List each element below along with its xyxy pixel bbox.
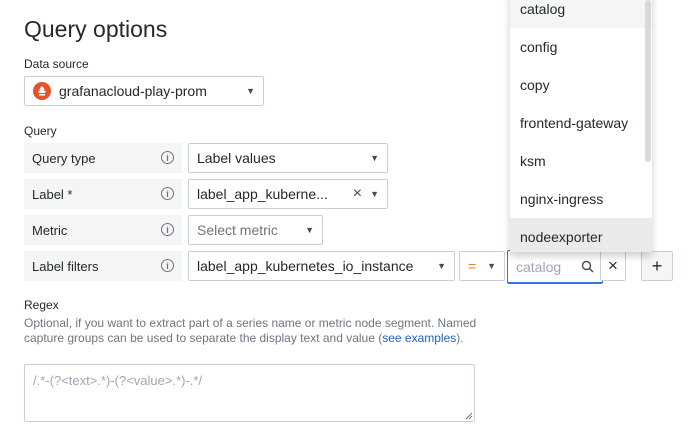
- info-icon[interactable]: i: [161, 259, 174, 272]
- see-examples-link[interactable]: see examples: [382, 331, 456, 345]
- menu-item-config[interactable]: config: [510, 28, 652, 66]
- resize-handle-icon[interactable]: [465, 412, 473, 420]
- dropdown-scrollbar[interactable]: [645, 0, 651, 162]
- datasource-picker[interactable]: grafanacloud-play-prom ▼: [24, 76, 264, 106]
- label-select[interactable]: label_app_kuberne... × ▼: [188, 179, 388, 209]
- add-filter-button[interactable]: +: [641, 251, 673, 281]
- chevron-down-icon: ▼: [246, 86, 255, 96]
- query-type-label: Query type i: [24, 143, 182, 173]
- menu-item-copy[interactable]: copy: [510, 66, 652, 104]
- close-icon: ×: [608, 256, 618, 275]
- search-icon: [581, 260, 594, 273]
- menu-item-ksm[interactable]: ksm: [510, 142, 652, 180]
- info-icon[interactable]: i: [161, 151, 174, 164]
- metric-select[interactable]: Select metric ▼: [188, 215, 323, 245]
- filter-value-dropdown: catalog config copy frontend-gateway ksm…: [510, 0, 652, 252]
- clear-icon[interactable]: ×: [353, 185, 362, 203]
- chevron-down-icon: ▼: [370, 153, 379, 163]
- query-section-label: Query: [24, 124, 57, 138]
- query-type-select[interactable]: Label values ▼: [188, 143, 388, 173]
- plus-icon: +: [651, 255, 663, 276]
- datasource-label: Data source: [24, 57, 89, 71]
- menu-item-catalog[interactable]: catalog: [510, 0, 652, 28]
- regex-help-text: Optional, if you want to extract part of…: [24, 316, 477, 345]
- datasource-value: grafanacloud-play-prom: [59, 83, 207, 99]
- remove-filter-button[interactable]: ×: [600, 251, 626, 281]
- menu-item-nodeexporter[interactable]: nodeexporter: [510, 218, 652, 252]
- label-row-label: Label * i: [24, 179, 182, 209]
- filter-value-input[interactable]: catalog: [507, 250, 603, 284]
- filter-key-select[interactable]: label_app_kubernetes_io_instance ▼: [188, 251, 455, 281]
- prometheus-icon: [33, 82, 51, 100]
- chevron-down-icon: ▼: [370, 189, 379, 199]
- info-icon[interactable]: i: [161, 187, 174, 200]
- chevron-down-icon: ▼: [437, 261, 446, 271]
- metric-label: Metric i: [24, 215, 182, 245]
- page-title: Query options: [24, 16, 168, 42]
- regex-label: Regex: [24, 298, 59, 312]
- label-filters-label: Label filters i: [24, 251, 182, 281]
- chevron-down-icon: ▼: [487, 261, 496, 271]
- info-icon[interactable]: i: [161, 223, 174, 236]
- menu-item-nginx-ingress[interactable]: nginx-ingress: [510, 180, 652, 218]
- filter-operator-select[interactable]: = ▼: [459, 251, 505, 281]
- menu-item-frontend-gateway[interactable]: frontend-gateway: [510, 104, 652, 142]
- chevron-down-icon: ▼: [305, 225, 314, 235]
- regex-textarea[interactable]: /.*-(?<text>.*)-(?<value>.*)-.*/: [24, 364, 475, 422]
